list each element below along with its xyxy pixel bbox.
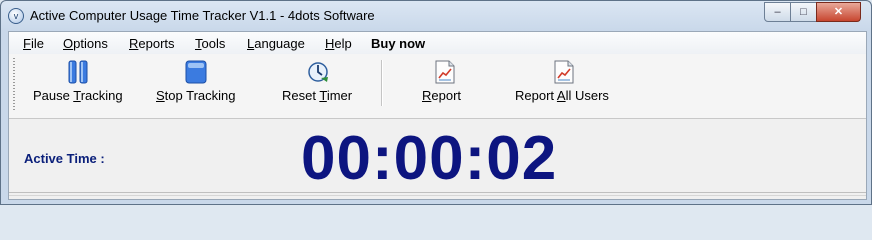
stop-tracking-button[interactable]: Stop Tracking: [156, 60, 246, 110]
report-all-users-button[interactable]: Report All Users: [515, 60, 615, 110]
title-bar[interactable]: v Active Computer Usage Time Tracker V1.…: [1, 1, 871, 31]
active-time-label: Active Time :: [24, 151, 105, 166]
client-area: File Options Reports Tools Language Help…: [8, 31, 867, 200]
window-title: Active Computer Usage Time Tracker V1.1 …: [30, 8, 375, 23]
app-icon[interactable]: v: [8, 8, 24, 24]
close-button[interactable]: ✕: [816, 2, 861, 22]
reset-timer-button[interactable]: Reset Timer: [282, 60, 357, 110]
timer-panel: Active Time : 00:00:02: [9, 119, 866, 199]
toolbar-separator: [381, 60, 383, 106]
pause-tracking-label: Pause Tracking: [33, 88, 123, 103]
reset-timer-icon: [308, 62, 328, 82]
menu-help[interactable]: Help: [325, 36, 352, 51]
reset-timer-label: Reset Timer: [282, 88, 353, 103]
menu-file[interactable]: File: [23, 36, 44, 51]
report-all-icon: [554, 60, 574, 84]
pause-tracking-button[interactable]: Pause Tracking: [33, 60, 125, 110]
minimize-button[interactable]: –: [764, 2, 791, 22]
menu-tools[interactable]: Tools: [195, 36, 225, 51]
report-button[interactable]: Report: [422, 60, 467, 110]
bottom-divider-2: [9, 195, 866, 196]
stop-icon: [185, 60, 207, 84]
menu-reports[interactable]: Reports: [129, 36, 175, 51]
report-label: Report: [422, 88, 462, 103]
maximize-button[interactable]: □: [790, 2, 817, 22]
active-time-display: 00:00:02: [301, 124, 558, 193]
menu-options[interactable]: Options: [63, 36, 108, 51]
stop-tracking-label: Stop Tracking: [156, 88, 236, 103]
toolbar: Pause Tracking Stop Tracking Reset Timer: [9, 54, 866, 119]
menu-buy-now[interactable]: Buy now: [371, 36, 425, 51]
menu-language[interactable]: Language: [247, 36, 305, 51]
toolbar-grip[interactable]: [13, 58, 15, 112]
report-all-users-label: Report All Users: [515, 88, 609, 103]
bottom-divider: [9, 192, 866, 193]
menu-bar: File Options Reports Tools Language Help…: [9, 32, 866, 54]
app-window: v Active Computer Usage Time Tracker V1.…: [0, 0, 872, 205]
report-icon: [435, 60, 455, 84]
pause-icon: [68, 60, 88, 84]
